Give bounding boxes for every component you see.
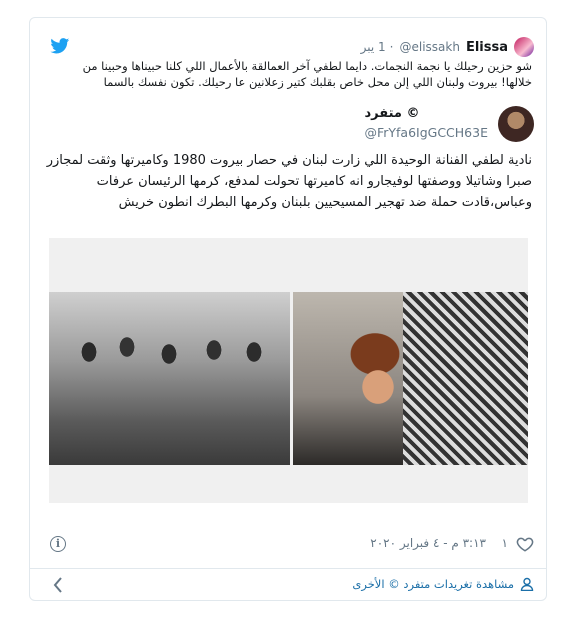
tweet-author[interactable]: © متفرد @FrYfa6IgGCCH63E — [364, 106, 534, 146]
author-info: © متفرد @FrYfa6IgGCCH63E — [364, 106, 488, 146]
heart-icon[interactable] — [516, 535, 534, 553]
photo-group-meeting[interactable] — [49, 292, 290, 465]
reply-text: شو حزين رحيلك يا نجمة النجمات. دايما لطف… — [82, 59, 532, 89]
author-name[interactable]: © متفرد — [364, 106, 419, 121]
view-more-tweets-label[interactable]: مشاهدة تغريدات متفرد © الأخرى — [352, 577, 514, 591]
author-handle[interactable]: @FrYfa6IgGCCH63E — [364, 125, 488, 140]
reply-context-header: Elissa @elissakh · 1 يبر — [361, 36, 534, 58]
reply-time[interactable]: 1 يبر — [361, 40, 386, 54]
twitter-bird-icon[interactable] — [50, 38, 70, 54]
chevron-left-icon[interactable] — [52, 576, 64, 594]
like-count: ١ — [501, 536, 508, 550]
person-icon — [520, 577, 534, 591]
tweet-footer: مشاهدة تغريدات متفرد © الأخرى — [30, 569, 546, 601]
tweet-media[interactable] — [49, 238, 528, 503]
embedded-tweet-card: Elissa @elissakh · 1 يبر شو حزين رحيلك ي… — [29, 17, 547, 601]
reply-avatar[interactable] — [514, 37, 534, 57]
author-avatar[interactable] — [498, 106, 534, 142]
tweet-text: نادية لطفي الفنانة الوحيدة اللي زارت لبن… — [46, 153, 532, 210]
tweet-actions: i ٣:١٣ م - ٤ فبراير ٢٠٢٠ ١ — [30, 533, 546, 557]
view-more-tweets-link[interactable]: مشاهدة تغريدات متفرد © الأخرى — [352, 577, 534, 591]
photo-woman-with-keffiyeh-man[interactable] — [293, 292, 528, 465]
info-icon[interactable]: i — [50, 536, 66, 552]
tweet-timestamp[interactable]: ٣:١٣ م - ٤ فبراير ٢٠٢٠ — [370, 536, 486, 550]
reply-author-handle[interactable]: @elissakh — [399, 40, 459, 54]
reply-separator: · — [389, 40, 394, 54]
reply-author-name[interactable]: Elissa — [466, 40, 508, 55]
